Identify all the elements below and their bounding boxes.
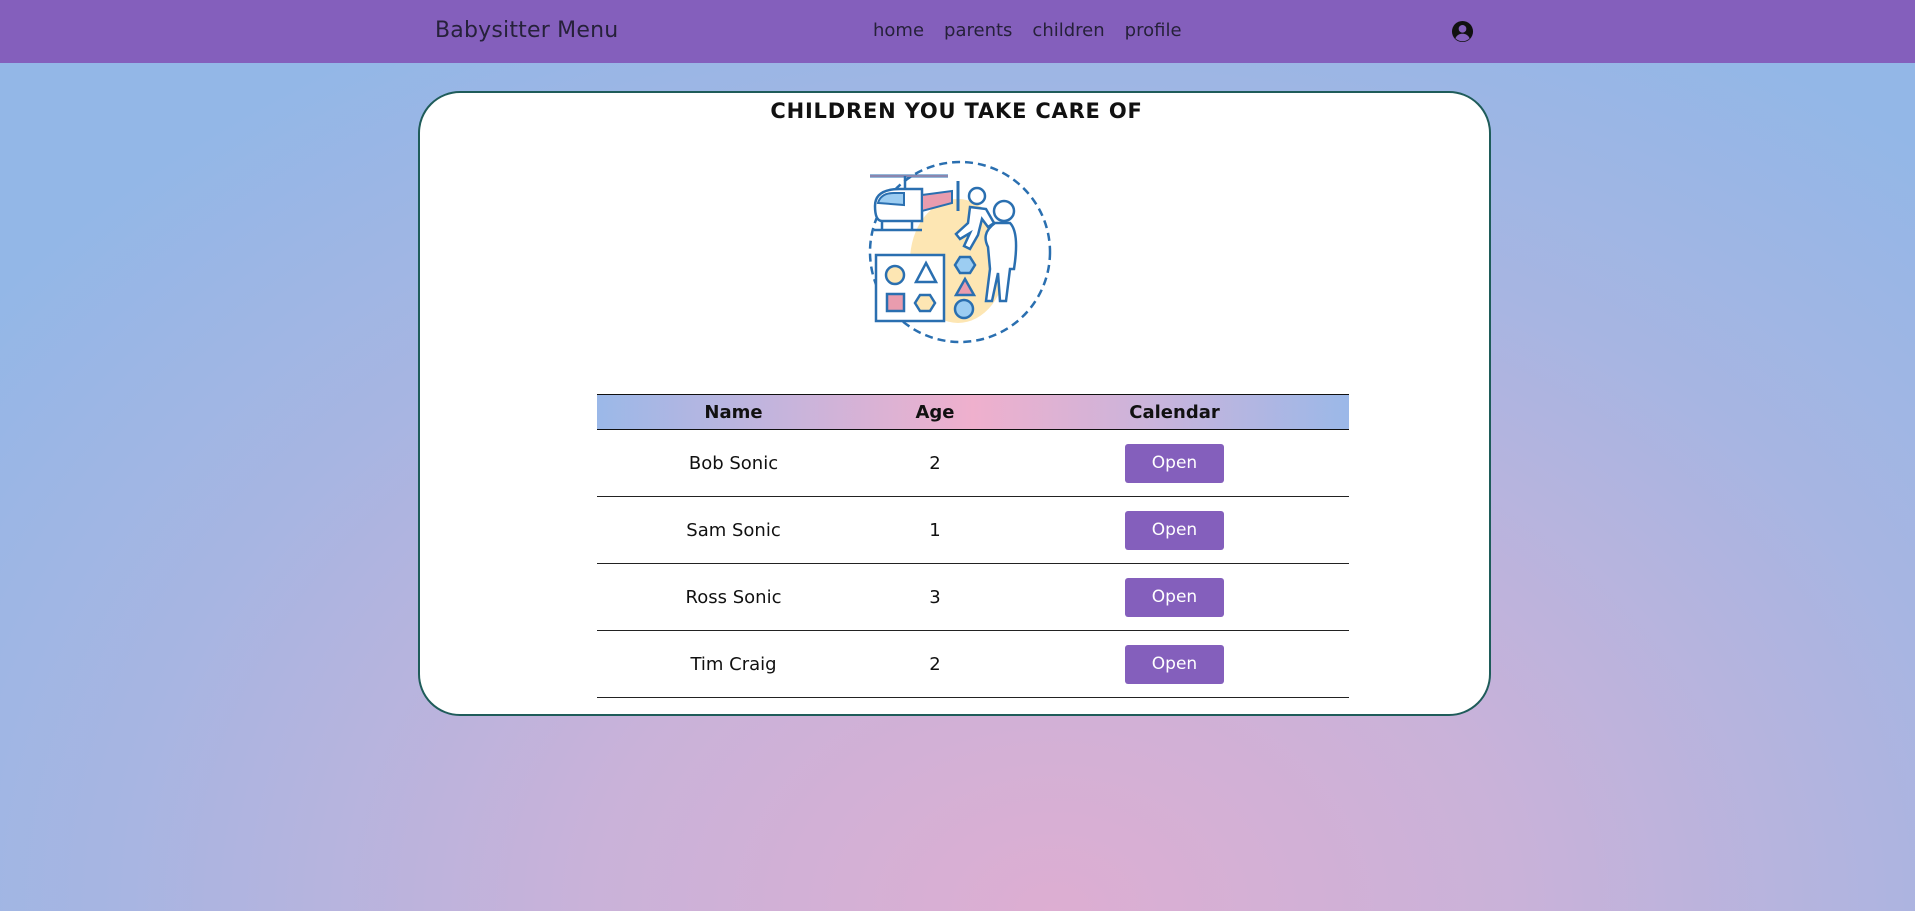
column-header-name: Name <box>597 394 870 430</box>
child-name: Ross Sonic <box>597 563 870 631</box>
page-title: CHILDREN YOU TAKE CARE OF <box>770 99 1143 123</box>
child-name: Sam Sonic <box>597 496 870 564</box>
nav-link-children[interactable]: children <box>1032 20 1104 41</box>
table-row: Sam Sonic 1 Open <box>597 496 1349 564</box>
child-age: 2 <box>870 429 1000 497</box>
child-age: 3 <box>870 563 1000 631</box>
top-navbar: Babysitter Menu home parents children pr… <box>0 0 1915 63</box>
nav-links: home parents children profile <box>873 20 1182 41</box>
calendar-cell: Open <box>1000 563 1349 631</box>
child-name: Bob Sonic <box>597 429 870 497</box>
child-age: 1 <box>870 496 1000 564</box>
open-calendar-button[interactable]: Open <box>1125 577 1224 617</box>
brand-title[interactable]: Babysitter Menu <box>435 18 618 43</box>
child-age: 2 <box>870 630 1000 698</box>
column-header-age: Age <box>870 394 1000 430</box>
table-row: Tim Craig 2 Open <box>597 630 1349 698</box>
user-circle-icon[interactable] <box>1451 20 1474 43</box>
calendar-cell: Open <box>1000 630 1349 698</box>
open-calendar-button[interactable]: Open <box>1125 510 1224 550</box>
open-calendar-button[interactable]: Open <box>1125 443 1224 483</box>
children-table: Name Age Calendar Bob Sonic 2 Open Sam S… <box>597 394 1349 698</box>
open-calendar-button[interactable]: Open <box>1125 644 1224 684</box>
children-card: CHILDREN YOU TAKE CARE OF Name Age Calen… <box>418 91 1491 716</box>
calendar-cell: Open <box>1000 429 1349 497</box>
babysitter-playing-illustration <box>860 151 1060 371</box>
table-row: Bob Sonic 2 Open <box>597 429 1349 497</box>
nav-link-home[interactable]: home <box>873 20 924 41</box>
column-header-calendar: Calendar <box>1000 394 1349 430</box>
nav-link-profile[interactable]: profile <box>1125 20 1182 41</box>
child-name: Tim Craig <box>597 630 870 698</box>
nav-link-parents[interactable]: parents <box>944 20 1012 41</box>
table-header-row: Name Age Calendar <box>597 394 1349 430</box>
calendar-cell: Open <box>1000 496 1349 564</box>
table-row: Ross Sonic 3 Open <box>597 563 1349 631</box>
